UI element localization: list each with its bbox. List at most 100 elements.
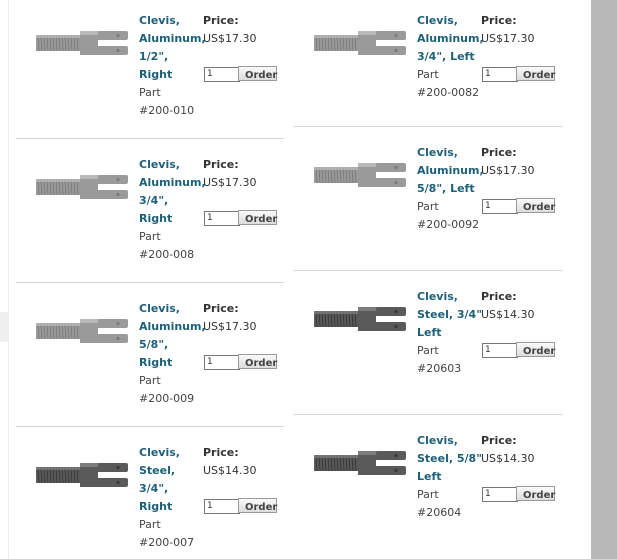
product-name-line: Right <box>139 212 173 225</box>
price-label: Price: <box>481 146 517 159</box>
product-name-link[interactable]: Clevis, Steel, 3/4" Left <box>417 288 483 342</box>
quantity-input[interactable] <box>204 355 240 370</box>
quantity-input[interactable] <box>204 211 240 226</box>
product-name-line: Clevis, <box>417 434 458 447</box>
clevis-image[interactable] <box>34 455 134 495</box>
part-number-line: #200-009 <box>139 392 195 405</box>
clevis-image[interactable] <box>312 23 412 63</box>
part-number: Part #200-0082 <box>417 66 487 102</box>
part-number-line: Part <box>417 488 439 501</box>
product-name-line: 5/8", Left <box>417 182 475 195</box>
order-button[interactable]: Order <box>238 498 277 513</box>
product-name-line: 3/4", <box>139 194 169 207</box>
order-button[interactable]: Order <box>516 66 555 81</box>
clevis-image[interactable] <box>34 311 134 351</box>
part-number-line: Part <box>139 86 161 99</box>
part-number: Part #200-0092 <box>417 198 487 234</box>
price-value: US$14.30 <box>481 308 535 321</box>
quantity-input[interactable] <box>482 199 518 214</box>
order-button[interactable]: Order <box>516 198 555 213</box>
part-number: Part #200-009 <box>139 372 209 408</box>
product-name-line: Clevis, <box>417 14 458 27</box>
quantity-input[interactable] <box>482 487 518 502</box>
clevis-image[interactable] <box>34 23 134 63</box>
price-value: US$17.30 <box>481 32 535 45</box>
left-edge-tab <box>0 312 8 342</box>
clevis-image[interactable] <box>312 443 412 483</box>
part-number-line: Part <box>139 374 161 387</box>
product-name-link[interactable]: Clevis, Steel, 3/4", Right <box>139 444 205 516</box>
part-number-line: Part <box>417 344 439 357</box>
product-name-line: 1/2", <box>139 50 169 63</box>
product-name-line: Aluminum, <box>139 320 206 333</box>
product-name-link[interactable]: Clevis, Aluminum, 5/8", Left <box>417 144 484 198</box>
price-value: US$17.30 <box>203 32 257 45</box>
order-button[interactable]: Order <box>516 486 555 501</box>
part-number: Part #20604 <box>417 486 487 522</box>
product-name-link[interactable]: Clevis, Aluminum, 3/4", Left <box>417 12 484 66</box>
product-list-panel: Clevis, Aluminum, 1/2", Right Part #200-010 Pr… <box>8 0 575 559</box>
price-value: US$17.30 <box>203 320 257 333</box>
product-name-link[interactable]: Clevis, Aluminum, 3/4", Right <box>139 156 206 228</box>
quantity-input[interactable] <box>204 67 240 82</box>
product-name-line: Steel, 5/8" <box>417 452 482 465</box>
part-number-line: #20604 <box>417 506 462 519</box>
product-name-line: Steel, <box>139 464 176 477</box>
product-name-line: Right <box>139 500 173 513</box>
divider <box>294 414 562 415</box>
part-number-line: Part <box>417 200 439 213</box>
product-name-line: Aluminum, <box>139 176 206 189</box>
divider <box>294 126 562 127</box>
quantity-input[interactable] <box>482 343 518 358</box>
quantity-input[interactable] <box>204 499 240 514</box>
product-name-line: Aluminum, <box>139 32 206 45</box>
product-name-line: Clevis, <box>139 14 180 27</box>
order-button[interactable]: Order <box>238 354 277 369</box>
product-name-line: 5/8", <box>139 338 169 351</box>
part-number-line: #200-008 <box>139 248 195 261</box>
price-label: Price: <box>481 434 517 447</box>
clevis-image[interactable] <box>312 155 412 195</box>
product-name-line: Aluminum, <box>417 164 484 177</box>
part-number-line: Part <box>139 518 161 531</box>
product-name-line: Clevis, <box>139 158 180 171</box>
quantity-input[interactable] <box>482 67 518 82</box>
page-gutter <box>574 0 591 559</box>
product-name-line: Clevis, <box>417 290 458 303</box>
price-label: Price: <box>481 290 517 303</box>
product-name-line: Steel, 3/4" <box>417 308 482 321</box>
product-name-link[interactable]: Clevis, Steel, 5/8" Left <box>417 432 483 486</box>
price-value: US$17.30 <box>481 164 535 177</box>
order-button[interactable]: Order <box>238 210 277 225</box>
price-value: US$14.30 <box>203 464 257 477</box>
product-name-link[interactable]: Clevis, Aluminum, 1/2", Right <box>139 12 206 84</box>
divider <box>16 138 284 139</box>
part-number-line: #200-0082 <box>417 86 480 99</box>
product-name-line: Clevis, <box>139 446 180 459</box>
part-number: Part #200-010 <box>139 84 209 120</box>
part-number-line: Part <box>139 230 161 243</box>
part-number-line: Part <box>417 68 439 81</box>
order-button[interactable]: Order <box>238 66 277 81</box>
product-name-line: 3/4", <box>139 482 169 495</box>
product-name-line: Left <box>417 326 442 339</box>
part-number: Part #200-008 <box>139 228 209 264</box>
part-number-line: #20603 <box>417 362 462 375</box>
product-name-line: Right <box>139 356 173 369</box>
divider <box>16 282 284 283</box>
part-number: Part #200-007 <box>139 516 209 552</box>
scrollbar[interactable] <box>591 0 617 559</box>
part-number-line: #200-010 <box>139 104 195 117</box>
product-name-line: Clevis, <box>139 302 180 315</box>
clevis-image[interactable] <box>34 167 134 207</box>
order-button[interactable]: Order <box>516 342 555 357</box>
part-number: Part #20603 <box>417 342 487 378</box>
product-name-link[interactable]: Clevis, Aluminum, 5/8", Right <box>139 300 206 372</box>
clevis-image[interactable] <box>312 299 412 339</box>
divider <box>16 426 284 427</box>
price-value: US$14.30 <box>481 452 535 465</box>
divider <box>294 270 562 271</box>
price-label: Price: <box>203 302 239 315</box>
price-label: Price: <box>481 14 517 27</box>
part-number-line: #200-0092 <box>417 218 480 231</box>
